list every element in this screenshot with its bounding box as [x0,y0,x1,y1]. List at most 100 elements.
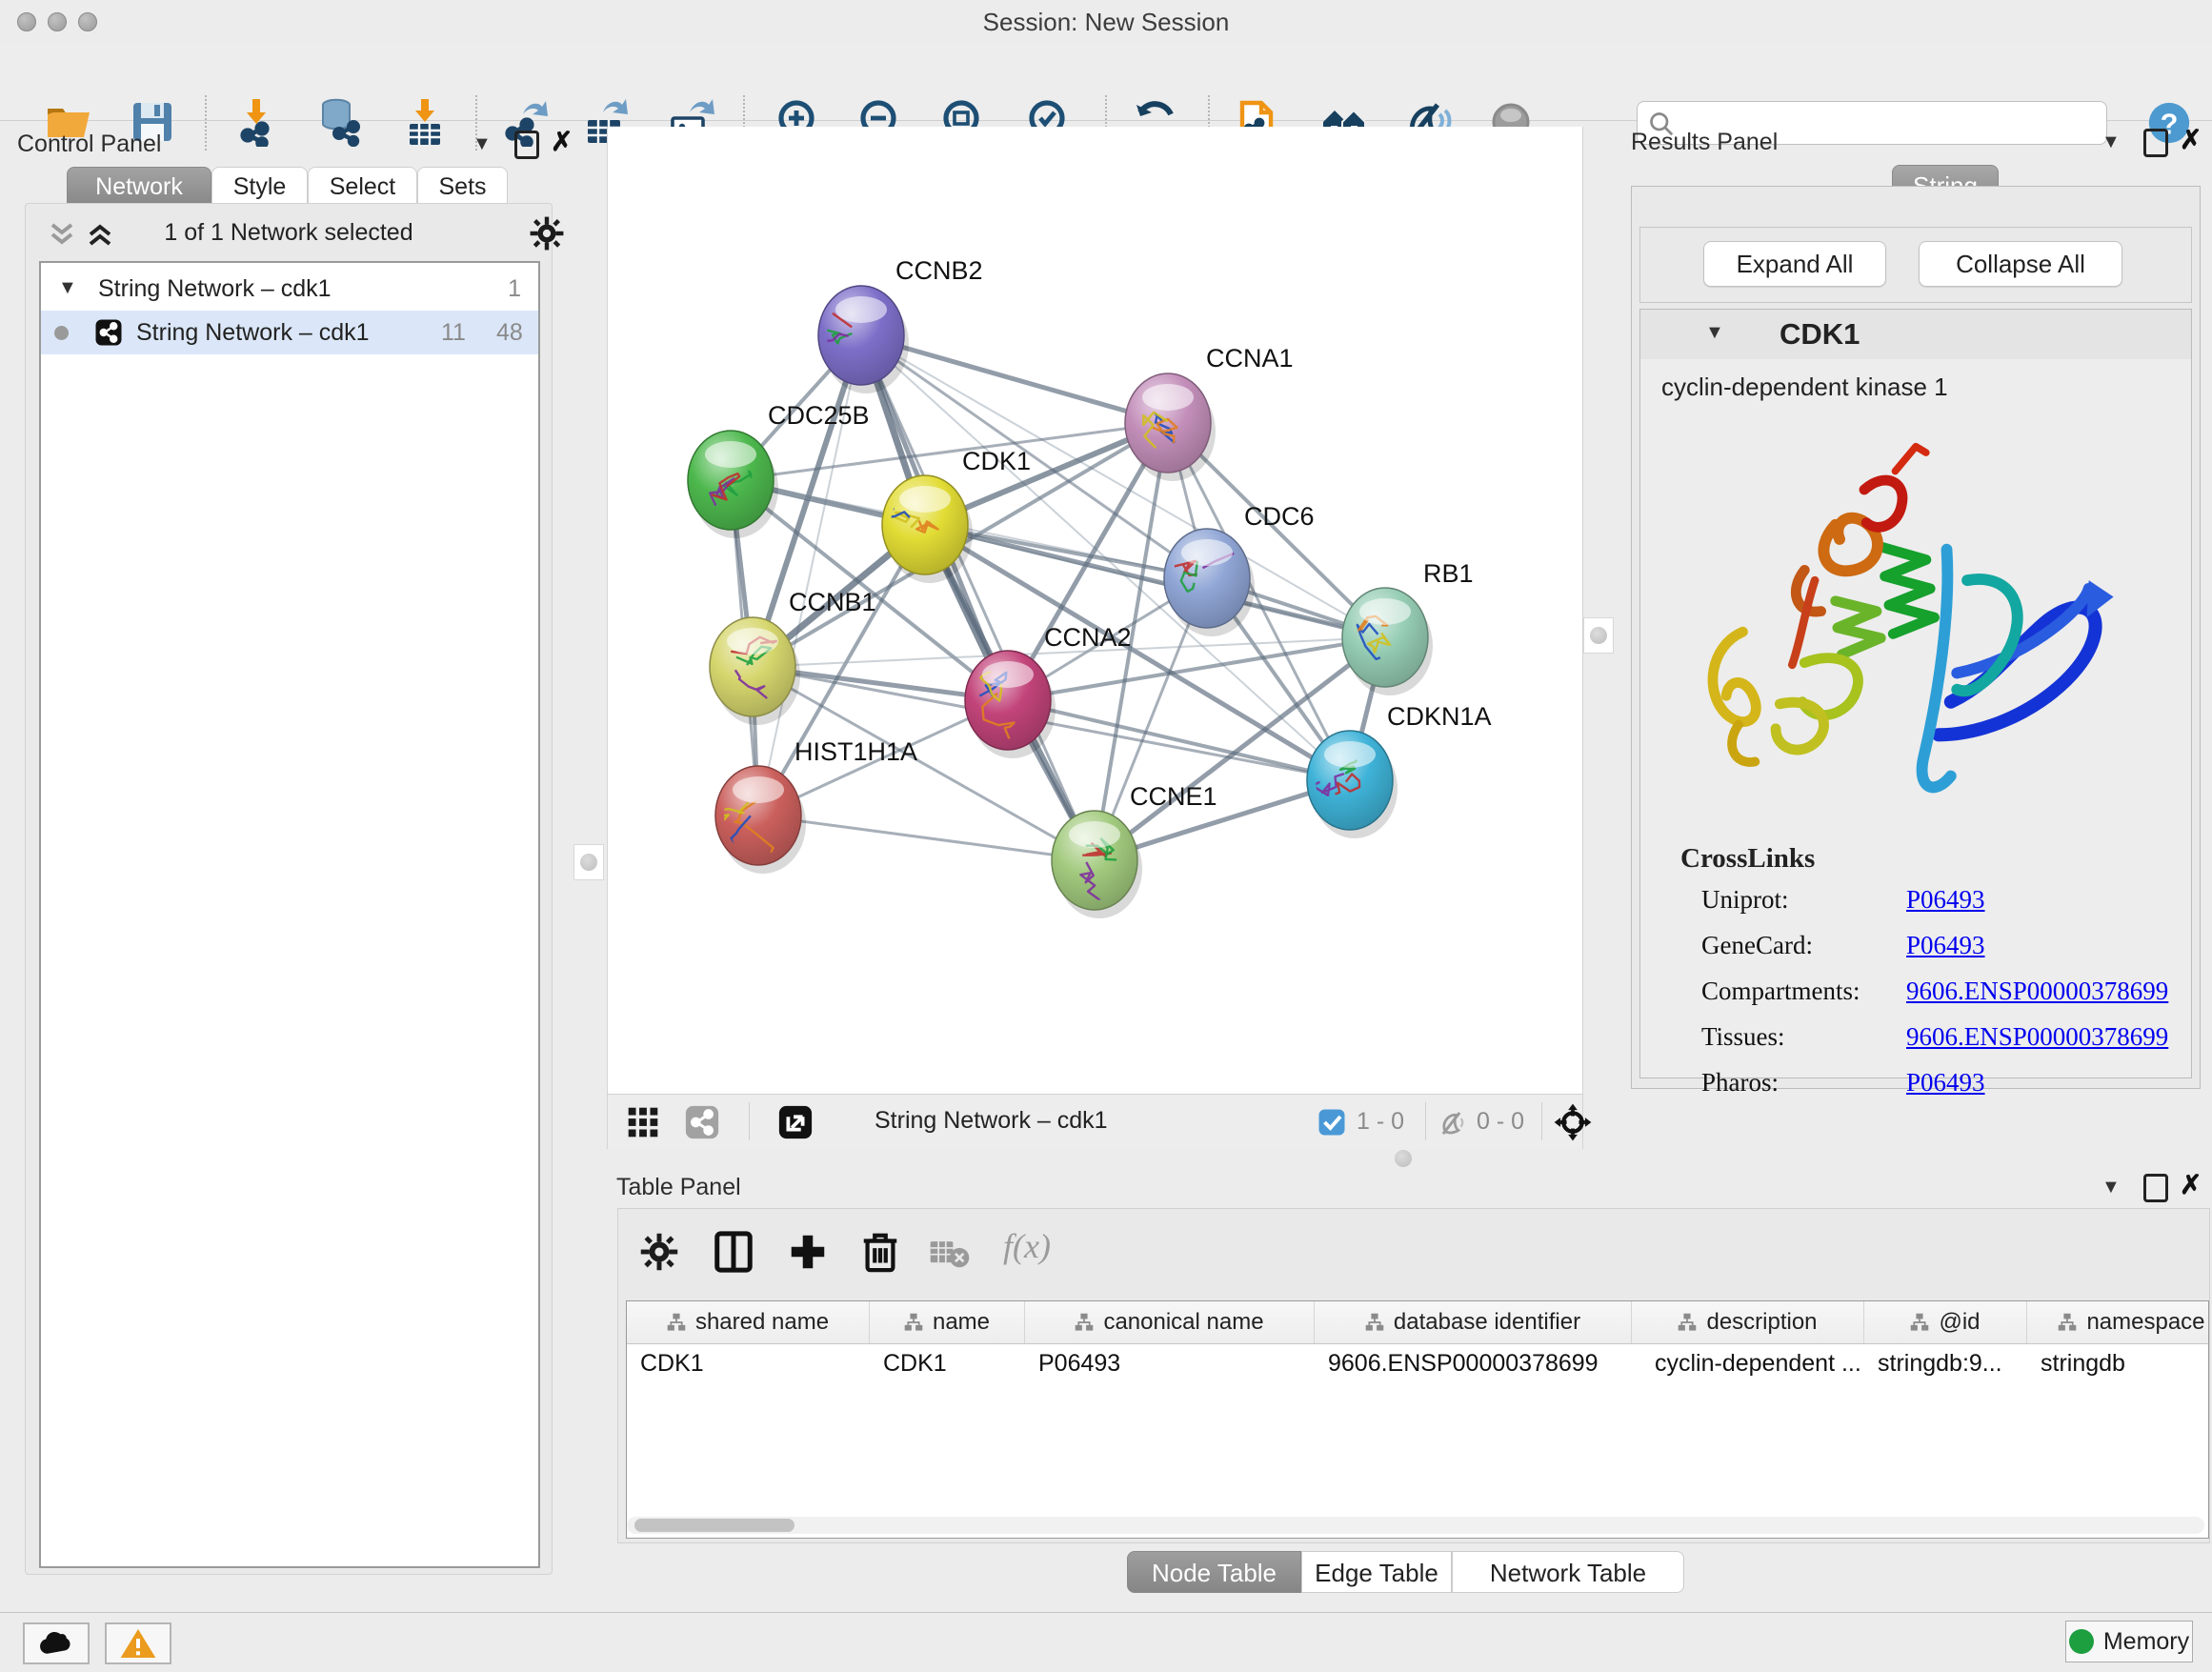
add-column-icon[interactable] [786,1230,830,1274]
node-label-CDC25B: CDC25B [768,401,870,430]
crosslink-value-link[interactable]: P06493 [1906,931,1985,960]
open-in-window-icon[interactable] [777,1104,814,1140]
node-CCNE1[interactable] [1052,811,1142,918]
column-header-canonical-name[interactable]: canonical name [1025,1301,1315,1343]
node-HIST1H1A[interactable] [714,766,806,874]
table-cell[interactable]: stringdb [2027,1343,2209,1383]
node-CCNA1[interactable] [1125,373,1216,481]
node-CDKN1A[interactable] [1307,731,1398,838]
cdk1-entry-body: cyclin-dependent kinase 1 [1640,359,2191,1078]
node-CDK1[interactable] [881,475,973,583]
memory-button[interactable]: Memory [2065,1621,2193,1662]
selected-checkbox-icon[interactable] [1317,1108,1346,1137]
table-cell[interactable]: stringdb:9... [1864,1343,2027,1383]
table-row[interactable]: CDK1CDK1P064939606.ENSP00000378699cyclin… [627,1343,2209,1383]
collapse-all-button[interactable]: Collapse All [1919,241,2122,287]
control-panel-collapse-icon[interactable]: ▼ [473,134,492,153]
status-separator [1425,1102,1426,1140]
column-header-namespace[interactable]: namespace [2027,1301,2209,1343]
table-panel-collapse-icon[interactable]: ▼ [2101,1178,2121,1197]
column-type-icon [1910,1313,1929,1332]
crosslink-value-link[interactable]: P06493 [1906,885,1985,915]
warning-button[interactable] [105,1622,171,1664]
table-cell[interactable]: P06493 [1025,1343,1315,1383]
results-panel-collapse-icon[interactable]: ▼ [2101,132,2121,151]
node-label-CCNA2: CCNA2 [1044,623,1132,652]
table-panel-float-icon[interactable] [2143,1174,2168,1202]
tree-expander-icon[interactable]: ▼ [58,278,77,297]
tab-style[interactable]: Style [211,167,308,205]
tab-network[interactable]: Network [67,167,211,205]
grid-view-icon[interactable] [627,1106,659,1138]
node-label-CCNB1: CCNB1 [789,588,876,616]
window-title: Session: New Session [0,8,2212,37]
tab-edge-table[interactable]: Edge Table [1301,1551,1452,1593]
tab-sets[interactable]: Sets [417,167,508,205]
tab-network-table[interactable]: Network Table [1452,1551,1684,1593]
control-panel-float-icon[interactable] [514,131,539,159]
cdk1-entry-header[interactable]: ▼ CDK1 [1640,310,2191,360]
column-type-icon [2058,1313,2077,1332]
column-header--id[interactable]: @id [1864,1301,2027,1343]
network-selected-count: 1 of 1 Network selected [26,219,552,247]
table-gear-icon[interactable] [639,1232,679,1272]
edge-HIST1H1A-CCNE1[interactable] [758,816,1095,860]
column-header-description[interactable]: description [1632,1301,1864,1343]
node-CDC6[interactable] [1164,529,1255,636]
network-status-bar: String Network – cdk1 1 - 0 0 - 0 [607,1094,1583,1149]
control-panel-title: Control Panel [17,131,161,158]
table-hscroll-thumb[interactable] [634,1519,794,1532]
tab-node-table[interactable]: Node Table [1127,1551,1301,1593]
gear-icon[interactable] [529,215,565,252]
status-footer: Memory [0,1612,2212,1672]
node-CCNA2[interactable] [965,651,1056,758]
node-CDC25B[interactable] [688,431,778,538]
table-cell[interactable]: 9606.ENSP00000378699 [1315,1343,1632,1383]
node-label-CDK1: CDK1 [962,447,1031,475]
crosslink-value-link[interactable]: P06493 [1906,1068,1985,1098]
node-RB1[interactable] [1342,588,1433,695]
column-header-label: canonical name [1103,1309,1263,1336]
table-cell[interactable]: CDK1 [870,1343,1025,1383]
network-node-count: 11 [441,311,466,354]
results-panel-float-icon[interactable] [2143,129,2168,157]
table-panel-close-icon[interactable]: ✗ [2180,1172,2202,1199]
left-splitter-handle[interactable] [573,844,604,880]
control-panel-close-icon[interactable]: ✗ [551,129,573,155]
gene-description: cyclin-dependent kinase 1 [1661,373,1948,402]
edge-CCNA2-CDKN1A[interactable] [1008,700,1350,780]
cloud-status-button[interactable] [23,1622,90,1664]
table-hscrollbar[interactable] [627,1517,2204,1534]
tab-select[interactable]: Select [308,167,417,205]
table-panel-title: Table Panel [616,1174,741,1201]
show-columns-icon[interactable] [712,1230,755,1274]
table-panel: Table Panel ▼ ✗ f(x) shared namenamecano… [607,1172,2212,1601]
edge-CCNB2-CCNE1[interactable] [861,335,1095,860]
crosslink-value-link[interactable]: 9606.ENSP00000378699 [1906,977,2168,1006]
entry-collapse-icon[interactable]: ▼ [1705,323,1724,342]
column-header-name[interactable]: name [870,1301,1025,1343]
results-panel-close-icon[interactable]: ✗ [2180,127,2202,153]
network-graph[interactable]: CCNB2CCNA1CDC25BCDK1CDC6RB1CCNB1CCNA2CDK… [608,127,1582,1094]
table-cell[interactable]: cyclin-dependent ... [1632,1343,1864,1383]
column-header-database-identifier[interactable]: database identifier [1315,1301,1632,1343]
node-CCNB2[interactable] [790,286,909,393]
right-splitter-handle[interactable] [1583,617,1614,654]
node-CCNB1[interactable] [710,617,800,725]
crosslink-value-link[interactable]: 9606.ENSP00000378699 [1906,1022,2168,1052]
status-separator [1541,1102,1542,1140]
network-canvas[interactable]: CCNB2CCNA1CDC25BCDK1CDC6RB1CCNB1CCNA2CDK… [607,127,1583,1094]
network-view-icon[interactable] [684,1104,720,1140]
node-table[interactable]: shared namename canonical name database id… [626,1300,2209,1539]
node-label-CDKN1A: CDKN1A [1387,702,1492,731]
delete-column-icon[interactable] [858,1230,902,1274]
expand-all-button[interactable]: Expand All [1703,241,1886,287]
column-header-shared-name[interactable]: shared name [627,1301,870,1343]
table-cell[interactable]: CDK1 [627,1343,870,1383]
bottom-splitter-handle[interactable] [1395,1150,1412,1167]
network-collection-row[interactable]: ▼ String Network – cdk1 1 [41,267,538,311]
fit-selected-crosshair-icon[interactable] [1553,1102,1593,1142]
network-row[interactable]: String Network – cdk1 11 48 [41,311,538,354]
hidden-count: 0 - 0 [1477,1108,1524,1136]
string-network-icon [94,318,123,347]
